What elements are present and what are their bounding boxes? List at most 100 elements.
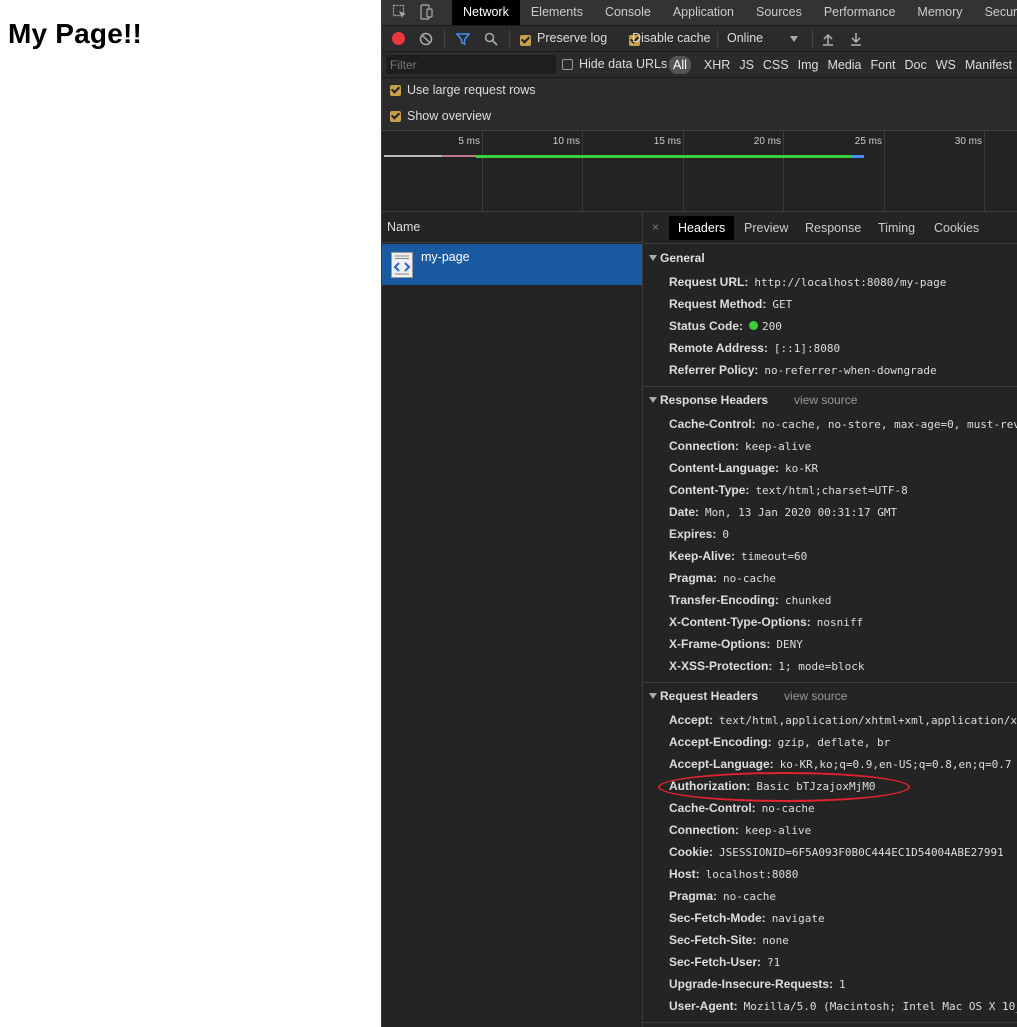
type-filter-img[interactable]: Img xyxy=(794,56,823,74)
header-row: Request URL: http://localhost:8080/my-pag… xyxy=(669,275,946,289)
record-button[interactable] xyxy=(392,32,405,45)
html-document-icon xyxy=(391,252,413,278)
type-filter-media[interactable]: Media xyxy=(823,56,865,74)
tab-console[interactable]: Console xyxy=(594,0,662,25)
header-value: nosniff xyxy=(816,616,864,629)
response-headers-title: Response Headers xyxy=(660,393,769,407)
toolbar-divider xyxy=(812,30,813,48)
header-row: Sec-Fetch-Site: none xyxy=(669,933,789,947)
header-key: Accept-Encoding: xyxy=(669,735,772,749)
header-value: 1 xyxy=(839,978,846,991)
disable-cache-label: Disable cache xyxy=(632,31,711,45)
tab-sources[interactable]: Sources xyxy=(745,0,813,25)
import-har-icon[interactable] xyxy=(822,32,834,46)
show-overview-label: Show overview xyxy=(407,109,492,123)
filter-input[interactable] xyxy=(386,55,556,74)
general-section-toggle[interactable]: General xyxy=(649,251,705,265)
timeline-overview[interactable]: 5 ms 10 ms 15 ms 20 ms 25 ms 30 ms xyxy=(382,130,1017,213)
header-row: Cache-Control: no-cache xyxy=(669,801,815,815)
type-filter-xhr[interactable]: XHR xyxy=(700,56,734,74)
header-value: gzip, deflate, br xyxy=(777,736,891,749)
timeline-gridline xyxy=(582,131,583,213)
column-header-name[interactable]: Name xyxy=(382,212,643,243)
tab-performance[interactable]: Performance xyxy=(813,0,907,25)
large-rows-option: Use large request rows xyxy=(382,78,1017,104)
authorization-highlight-annotation xyxy=(658,772,910,802)
type-filter-ws[interactable]: WS xyxy=(932,56,960,74)
header-key: Accept: xyxy=(669,713,714,727)
type-filter-css[interactable]: CSS xyxy=(759,56,793,74)
devtools-tabbar: Network Elements Console Application Sou… xyxy=(382,0,1017,26)
header-value: ko-KR,ko;q=0.9,en-US;q=0.8,en;q=0.7 xyxy=(779,758,1012,771)
chevron-down-icon[interactable] xyxy=(790,36,798,42)
header-row: Upgrade-Insecure-Requests: 1 xyxy=(669,977,846,991)
tab-preview[interactable]: Preview xyxy=(735,216,797,240)
triangle-down-icon xyxy=(649,255,657,261)
hide-data-urls-checkbox[interactable] xyxy=(562,59,573,70)
request-headers-toggle[interactable]: Request Headers view source xyxy=(649,689,847,703)
header-key: Sec-Fetch-Mode: xyxy=(669,911,766,925)
header-row: X-Frame-Options: DENY xyxy=(669,637,803,651)
tab-network[interactable]: Network xyxy=(452,0,520,25)
view-source-link[interactable]: view source xyxy=(794,393,857,407)
view-source-link[interactable]: view source xyxy=(784,689,847,703)
throttling-select[interactable]: Online xyxy=(727,31,763,45)
large-rows-label: Use large request rows xyxy=(407,83,536,97)
header-row: Pragma: no-cache xyxy=(669,571,776,585)
tab-cookies[interactable]: Cookies xyxy=(925,216,988,240)
header-value: 0 xyxy=(722,528,729,541)
device-toolbar-icon[interactable] xyxy=(418,4,434,20)
triangle-down-icon xyxy=(649,693,657,699)
timeline-tick: 15 ms xyxy=(653,136,681,147)
resource-type-filters: All XHR JS CSS Img Media Font Doc WS Man… xyxy=(669,52,1017,78)
header-key: Accept-Language: xyxy=(669,757,774,771)
tab-timing[interactable]: Timing xyxy=(869,216,924,240)
header-key: Connection: xyxy=(669,439,739,453)
tab-response[interactable]: Response xyxy=(796,216,870,240)
header-row: Status Code: 200 xyxy=(669,319,782,333)
tab-headers[interactable]: Headers xyxy=(669,216,735,240)
large-rows-checkbox[interactable] xyxy=(390,85,401,96)
tab-security[interactable]: Secur xyxy=(974,0,1017,25)
search-icon[interactable] xyxy=(484,32,498,46)
header-value: text/html;charset=UTF-8 xyxy=(755,484,908,497)
inspect-element-icon[interactable] xyxy=(392,4,408,20)
header-key: Pragma: xyxy=(669,571,718,585)
preserve-log-label: Preserve log xyxy=(537,31,608,45)
header-key: Host: xyxy=(669,867,700,881)
request-name: my-page xyxy=(421,250,470,264)
type-filter-manifest[interactable]: Manifest xyxy=(961,56,1016,74)
timeline-gridline xyxy=(884,131,885,213)
export-har-icon[interactable] xyxy=(850,32,862,46)
header-key: Referrer Policy: xyxy=(669,363,759,377)
timeline-gridline xyxy=(984,131,985,213)
header-row: Date: Mon, 13 Jan 2020 00:31:17 GMT xyxy=(669,505,897,519)
close-icon[interactable]: × xyxy=(652,220,659,234)
header-key: Remote Address: xyxy=(669,341,768,355)
header-row: Expires: 0 xyxy=(669,527,729,541)
tab-elements[interactable]: Elements xyxy=(520,0,594,25)
header-key: Keep-Alive: xyxy=(669,549,736,563)
header-value: chunked xyxy=(785,594,832,607)
type-filter-doc[interactable]: Doc xyxy=(901,56,931,74)
header-value: Mozilla/5.0 (Macintosh; Intel Mac OS X 1… xyxy=(743,1000,1017,1013)
type-filter-font[interactable]: Font xyxy=(867,56,900,74)
header-value: no-referrer-when-downgrade xyxy=(764,364,937,377)
preserve-log-checkbox[interactable] xyxy=(520,35,531,47)
tab-memory[interactable]: Memory xyxy=(906,0,973,25)
header-value: keep-alive xyxy=(745,824,812,837)
status-ok-icon xyxy=(749,321,759,330)
show-overview-checkbox[interactable] xyxy=(390,111,401,122)
type-filter-all[interactable]: All xyxy=(669,56,691,74)
timeline-tick: 5 ms xyxy=(458,136,480,147)
filter-icon[interactable] xyxy=(456,32,470,46)
response-headers-toggle[interactable]: Response Headers view source xyxy=(649,393,857,407)
clear-icon[interactable] xyxy=(419,32,433,46)
tab-application[interactable]: Application xyxy=(662,0,745,25)
header-key: Upgrade-Insecure-Requests: xyxy=(669,977,834,991)
filter-bar: Hide data URLs All XHR JS CSS Img Media … xyxy=(382,52,1017,78)
header-key: Sec-Fetch-Site: xyxy=(669,933,757,947)
type-filter-js[interactable]: JS xyxy=(735,56,758,74)
header-row: Accept-Encoding: gzip, deflate, br xyxy=(669,735,890,749)
request-row[interactable]: my-page xyxy=(382,244,642,285)
